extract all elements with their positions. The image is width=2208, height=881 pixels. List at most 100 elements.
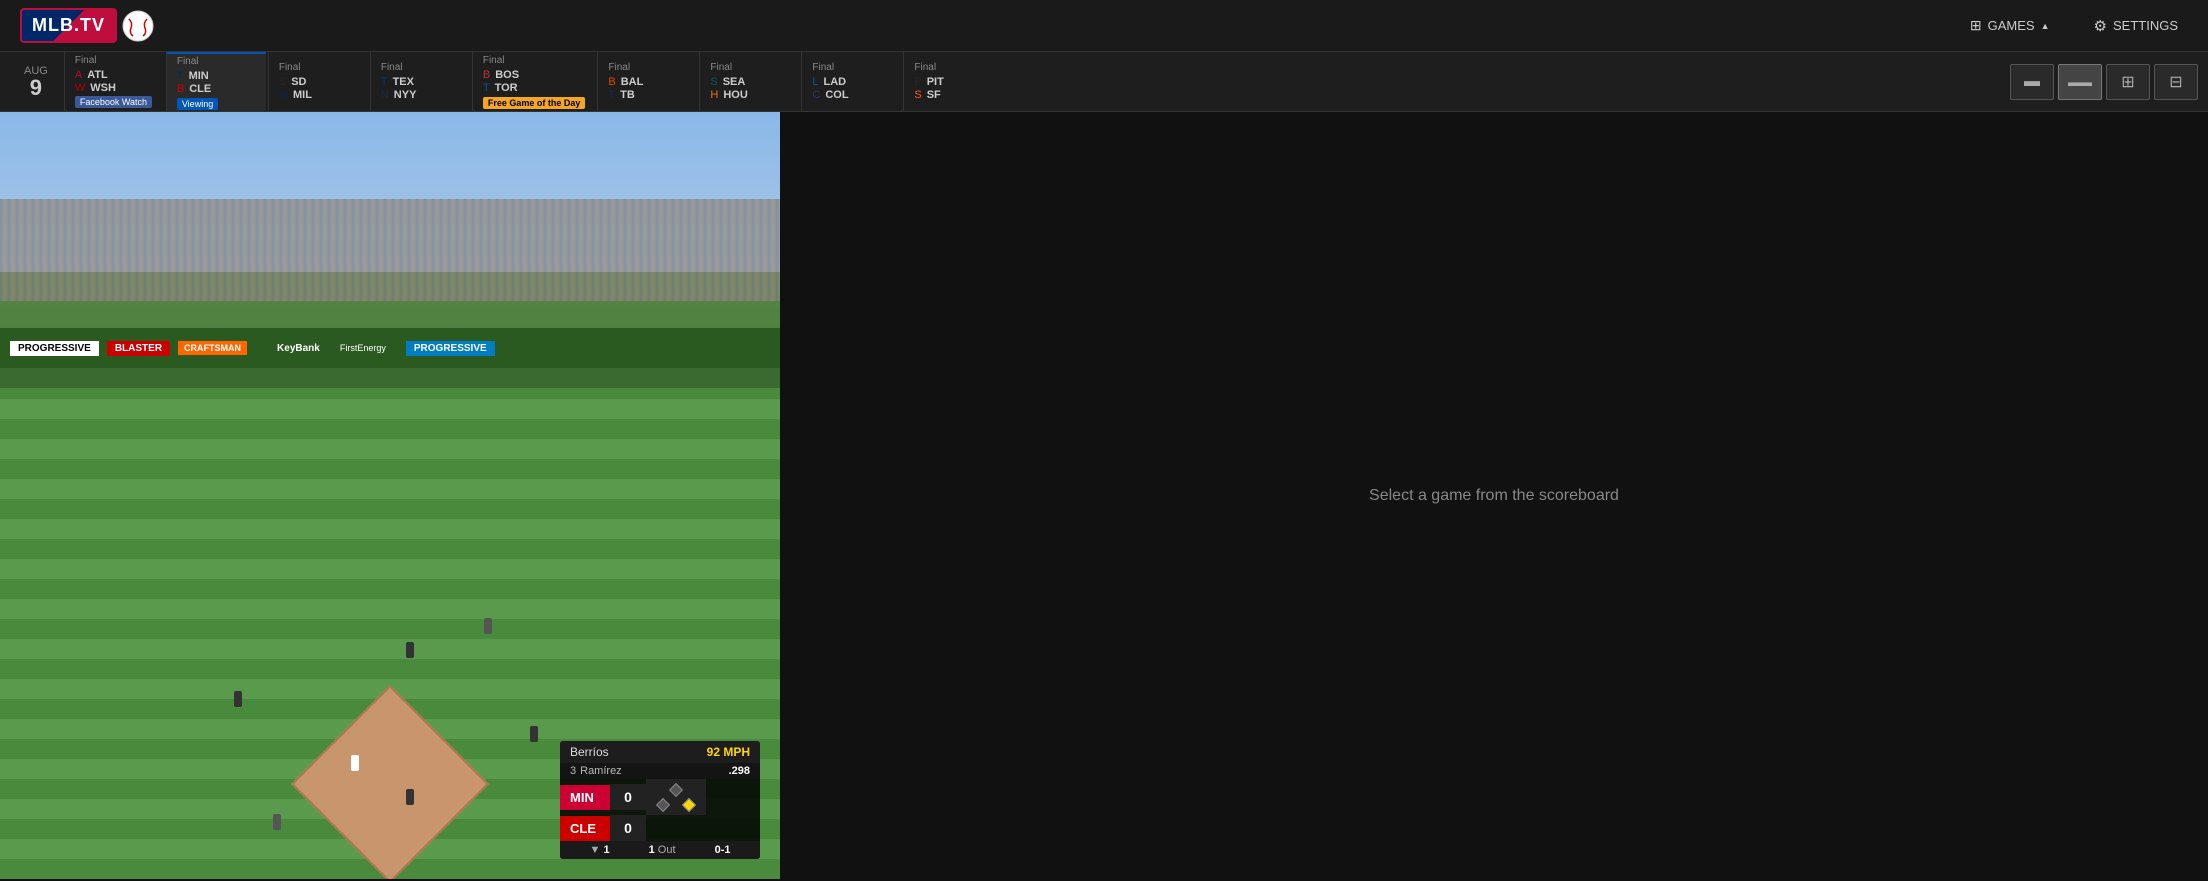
pit-icon: P [914, 76, 921, 88]
team-row: S SF [914, 89, 993, 101]
game-tex-nyy[interactable]: Final T TEX N NYY [370, 52, 470, 111]
game-status: Final [75, 55, 154, 66]
header-right: ⊞ GAMES ▲ ⚙ SETTINGS [1960, 11, 2188, 41]
team-row: T TEX [381, 76, 460, 88]
team-abbr: HOU [723, 89, 751, 101]
tex-icon: T [381, 76, 388, 88]
baseball-icon [121, 9, 155, 43]
score-row-min: MIN 0 [560, 779, 760, 815]
game-sd-mil[interactable]: Final S SD M MIL [268, 52, 368, 111]
team-cle-score: 0 [610, 815, 646, 841]
game-atl-wsh[interactable]: Final A ATL W WSH Facebook Watch [64, 52, 164, 111]
col-icon: C [812, 89, 820, 101]
game-teams: L LAD C COL [812, 76, 891, 101]
team-abbr: MIL [293, 89, 321, 101]
team-abbr: TOR [495, 82, 523, 94]
game-status: Final [279, 62, 358, 73]
team-abbr: TEX [393, 76, 421, 88]
game-status: Final [710, 62, 789, 73]
view-double-button[interactable]: ▬▬ [2058, 64, 2102, 100]
team-row: B BAL [608, 76, 687, 88]
lad-icon: L [812, 76, 818, 88]
view-single-button[interactable]: ▬ [2010, 64, 2054, 100]
team-row: P PIT [914, 76, 993, 88]
team-abbr: NYY [394, 89, 422, 101]
view-controls: ▬ ▬▬ ⊞ ⊟ [2010, 52, 2198, 111]
score-overlay: Berríos 92 MPH 3 Ramírez .298 MIN 0 [560, 741, 760, 859]
team-row: T MIN [177, 70, 256, 82]
date-day: 9 [30, 77, 42, 99]
select-game-prompt: Select a game from the scoreboard [1369, 487, 1619, 505]
game-teams: B BOS T TOR [483, 69, 586, 94]
view-quad-button[interactable]: ⊞ [2106, 64, 2150, 100]
right-panel: Select a game from the scoreboard [780, 112, 2208, 879]
batter-avg: .298 [729, 765, 750, 777]
game-status: Final [177, 56, 256, 67]
settings-button[interactable]: ⚙ SETTINGS [2084, 11, 2188, 41]
team-row: T TB [608, 89, 687, 101]
date-block: Aug 9 [10, 52, 62, 111]
batter-row: 3 Ramírez .298 [560, 763, 760, 779]
bos-icon: B [483, 69, 490, 81]
mil-icon: M [279, 89, 288, 101]
team-abbr: PIT [927, 76, 955, 88]
count-label: 0-1 [715, 844, 731, 856]
team-row: A ATL [75, 69, 154, 81]
game-teams: P PIT S SF [914, 76, 993, 101]
facebook-badge: Facebook Watch [75, 96, 152, 108]
games-label: GAMES [1988, 18, 2035, 33]
team-min-score: 0 [610, 784, 646, 810]
team-row: H HOU [710, 89, 789, 101]
cle-icon: B [177, 83, 184, 95]
game-teams: A ATL W WSH [75, 69, 154, 94]
game-min-cle[interactable]: Final T MIN B CLE Viewing [166, 52, 266, 111]
sea-icon: S [710, 76, 717, 88]
team-abbr: CLE [189, 83, 217, 95]
view-six-button[interactable]: ⊟ [2154, 64, 2198, 100]
game-bal-tb[interactable]: Final B BAL T TB [597, 52, 697, 111]
team-row: M MIL [279, 89, 358, 101]
sd-icon: S [279, 76, 286, 88]
header: MLB.TV ⊞ GAMES ▲ ⚙ SETTINGS [0, 0, 2208, 52]
game-status: Final [608, 62, 687, 73]
team-abbr: MIN [189, 70, 217, 82]
game-sea-hou[interactable]: Final S SEA H HOU [699, 52, 799, 111]
game-status: Final [812, 62, 891, 73]
team-abbr: SD [291, 76, 319, 88]
video-panel: PROGRESSIVE BLASTER CRAFTSMAN KeyBank Fi… [0, 112, 780, 879]
game-teams: T MIN B CLE [177, 70, 256, 95]
scoreboard-bar: Aug 9 Final A ATL W WSH Facebook Watch F… [0, 52, 2208, 112]
single-view-icon: ▬ [2024, 73, 2040, 91]
game-teams: S SEA H HOU [710, 76, 789, 101]
double-view-icon: ▬▬ [2068, 75, 2092, 89]
game-teams: T TEX N NYY [381, 76, 460, 101]
team-cle-label: CLE [560, 816, 610, 841]
inning-info: ▼ 1 1 Out 0-1 [560, 841, 760, 859]
games-button[interactable]: ⊞ GAMES ▲ [1960, 11, 2060, 40]
team-abbr: TB [620, 89, 648, 101]
settings-label: SETTINGS [2113, 18, 2178, 33]
tb-icon: T [608, 89, 615, 101]
chevron-up-icon: ▲ [2041, 21, 2050, 31]
pitcher-row: Berríos 92 MPH [560, 741, 760, 763]
inning-arrow: ▼ 1 [590, 844, 610, 856]
sf-icon: S [914, 89, 921, 101]
game-pit-sf[interactable]: Final P PIT S SF [903, 52, 1003, 111]
team-abbr: LAD [824, 76, 852, 88]
bal-icon: B [608, 76, 615, 88]
viewing-badge: Viewing [177, 98, 218, 110]
atl-icon: A [75, 69, 82, 81]
mlb-logo: MLB.TV [20, 8, 155, 43]
batter-number: 3 [570, 765, 576, 777]
team-abbr: ATL [87, 69, 115, 81]
team-abbr: COL [825, 89, 853, 101]
team-row: N NYY [381, 89, 460, 101]
team-row: W WSH [75, 82, 154, 94]
team-row: C COL [812, 89, 891, 101]
video-placeholder: PROGRESSIVE BLASTER CRAFTSMAN KeyBank Fi… [0, 112, 780, 879]
game-lad-col[interactable]: Final L LAD C COL [801, 52, 901, 111]
game-bos-tor[interactable]: Final B BOS T TOR Free Game of the Day [472, 52, 596, 111]
quad-view-icon: ⊞ [2121, 72, 2134, 92]
team-min-label: MIN [560, 785, 610, 810]
inning-number: 1 [603, 844, 609, 856]
